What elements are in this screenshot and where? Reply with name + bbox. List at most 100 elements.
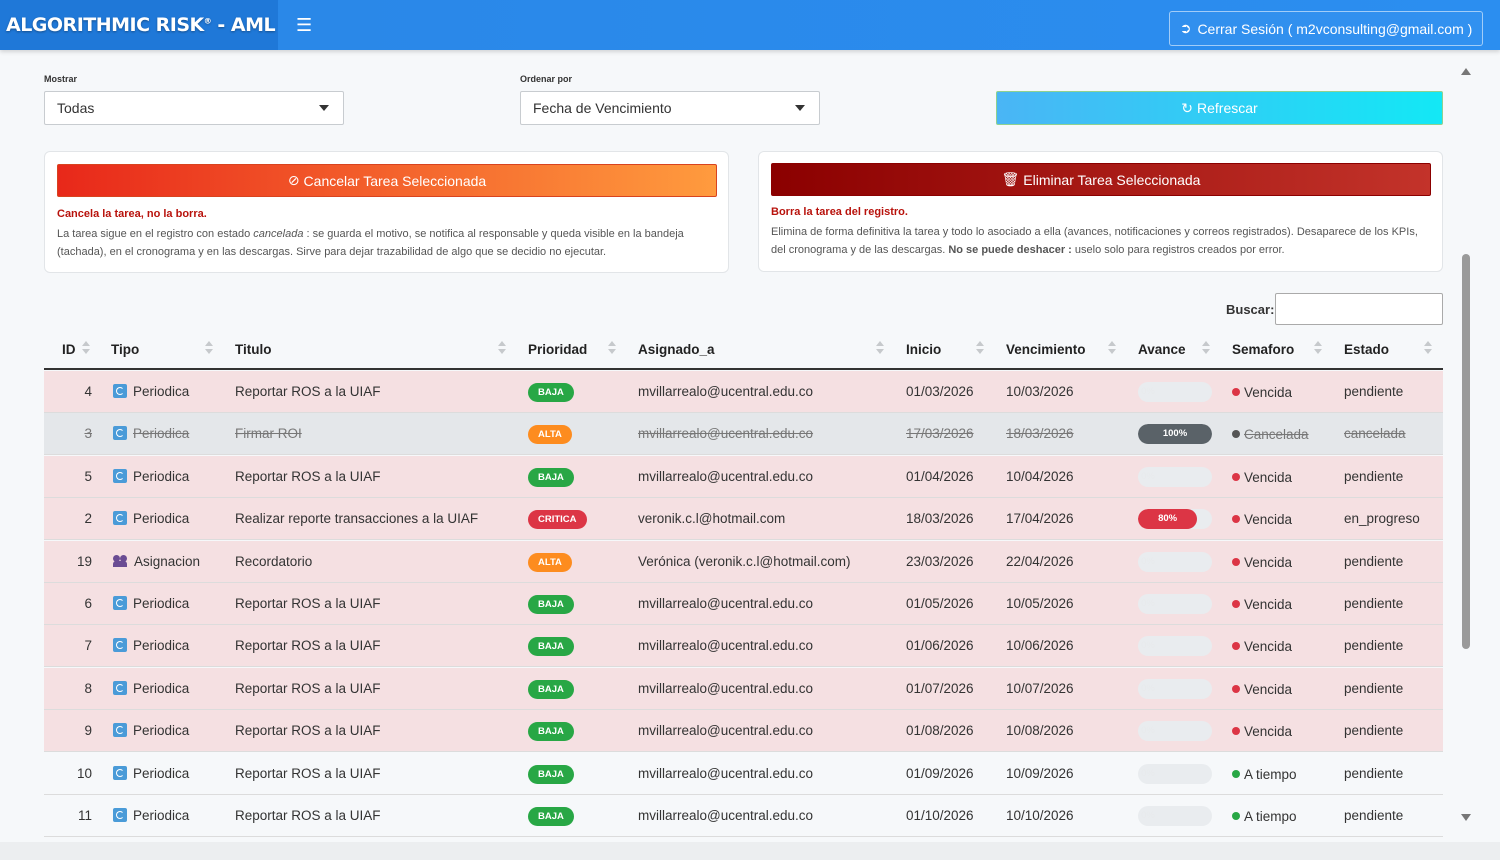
cell-inicio: 01/03/2026 bbox=[906, 384, 974, 399]
col-header-tipo[interactable]: Tipo bbox=[111, 342, 139, 357]
status-dot-icon bbox=[1232, 600, 1240, 608]
progress-bar: 0% bbox=[1138, 763, 1212, 784]
status-dot-icon bbox=[1232, 557, 1240, 566]
progress-bar: 0% bbox=[1138, 466, 1212, 487]
cell-estado: pendiente bbox=[1344, 808, 1404, 823]
recurring-icon bbox=[113, 596, 127, 610]
col-header-estado[interactable]: Estado bbox=[1344, 342, 1389, 357]
recurring-icon bbox=[113, 765, 127, 780]
status-dot-icon bbox=[1232, 642, 1240, 651]
table-row[interactable]: 5 Periodica Reportar ROS a la UIAF BAJA mvil… bbox=[44, 455, 1443, 498]
logout-button[interactable]: ➲ Cerrar Sesión ( m2vconsulting@gmail.co… bbox=[1169, 11, 1483, 46]
cell-id: 6 bbox=[84, 596, 92, 611]
search-input[interactable] bbox=[1275, 293, 1443, 325]
cell-vencimiento: 10/08/2026 bbox=[1006, 723, 1074, 739]
cell-tipo: Periodica bbox=[113, 511, 189, 526]
table-row[interactable]: 3 Periodica Firmar ROI ALTA mvillarrealo@uce… bbox=[44, 413, 1443, 456]
cancel-card-title: Cancela la tarea, no la borra. bbox=[57, 208, 207, 220]
sort-icon[interactable] bbox=[498, 340, 506, 356]
progress-label: 100% bbox=[1162, 428, 1188, 440]
sort-icon[interactable] bbox=[1424, 340, 1432, 356]
cell-semaforo: Vencida bbox=[1232, 470, 1292, 485]
recurring-icon bbox=[113, 468, 127, 483]
col-header-id[interactable]: ID bbox=[62, 342, 76, 357]
progress-label: 0% bbox=[1141, 470, 1155, 482]
sort-icon[interactable] bbox=[876, 340, 884, 356]
sort-icon[interactable] bbox=[1108, 340, 1116, 356]
col-header-prioridad[interactable]: Prioridad bbox=[528, 342, 587, 357]
show-filter-select[interactable]: Todas bbox=[44, 91, 344, 125]
col-header-titulo[interactable]: Titulo bbox=[235, 342, 272, 357]
cell-id: 5 bbox=[84, 468, 92, 484]
table-row[interactable]: 4 Periodica Reportar ROS a la UIAF BAJA mvil… bbox=[44, 371, 1443, 413]
brand-logo[interactable]: ALGORITHMIC RISK® - AML bbox=[0, 0, 278, 50]
cell-asignado: veronik.c.l@hotmail.com bbox=[638, 511, 786, 527]
scroll-down-icon[interactable] bbox=[1461, 814, 1471, 821]
top-navbar: ALGORITHMIC RISK® - AML ☰ ➲ Cerrar Sesió… bbox=[0, 0, 1500, 50]
status-dot-icon bbox=[1232, 727, 1240, 736]
progress-label: 0% bbox=[1141, 598, 1155, 609]
cell-id: 4 bbox=[84, 384, 92, 399]
cell-vencimiento: 10/06/2026 bbox=[1006, 638, 1074, 654]
priority-badge: BAJA bbox=[528, 807, 574, 826]
priority-badge: ALTA bbox=[528, 425, 572, 445]
sort-icon[interactable] bbox=[205, 340, 213, 356]
table-row[interactable]: 11 Periodica Reportar ROS a la UIAF BAJA mvi… bbox=[44, 795, 1443, 837]
cell-tipo: Periodica bbox=[113, 426, 189, 441]
chevron-down-icon bbox=[795, 105, 805, 111]
delete-task-button[interactable]: 🗑 Eliminar Tarea Seleccionada bbox=[771, 163, 1431, 196]
cell-titulo: Firmar ROI bbox=[235, 426, 302, 442]
refresh-button[interactable]: ↻ Refrescar bbox=[996, 91, 1443, 125]
progress-bar: 80% bbox=[1138, 509, 1212, 530]
cell-titulo: Reportar ROS a la UIAF bbox=[235, 765, 381, 781]
progress-bar: 0% bbox=[1138, 551, 1212, 572]
table-row[interactable]: 7 Periodica Reportar ROS a la UIAF BAJA mvil… bbox=[44, 625, 1443, 668]
priority-badge: CRITICA bbox=[528, 510, 587, 530]
sort-icon[interactable] bbox=[1314, 340, 1322, 356]
col-header-inicio[interactable]: Inicio bbox=[906, 342, 941, 357]
cell-estado: pendiente bbox=[1344, 596, 1404, 611]
scroll-up-icon[interactable] bbox=[1461, 68, 1471, 75]
recurring-icon bbox=[113, 511, 127, 526]
progress-label: 0% bbox=[1141, 555, 1155, 567]
cell-asignado: mvillarrealo@ucentral.edu.co bbox=[638, 765, 814, 781]
priority-badge: BAJA bbox=[528, 467, 574, 487]
table-row[interactable]: 2 Periodica Realizar reporte transacciones… bbox=[44, 498, 1443, 541]
col-header-semaforo[interactable]: Semaforo bbox=[1232, 342, 1294, 357]
users-icon bbox=[113, 554, 128, 567]
cell-tipo: Periodica bbox=[113, 723, 189, 738]
cell-titulo: Reportar ROS a la UIAF bbox=[235, 680, 381, 696]
sort-icon[interactable] bbox=[1202, 340, 1210, 356]
hamburger-icon[interactable]: ☰ bbox=[296, 14, 314, 36]
cell-tipo: Periodica bbox=[113, 468, 189, 484]
table-row[interactable]: 9 Periodica Reportar ROS a la UIAF BAJA mvil… bbox=[44, 710, 1443, 753]
recurring-icon bbox=[113, 426, 127, 441]
cancel-task-card: ⊘ Cancelar Tarea Seleccionada Cancela la… bbox=[44, 151, 729, 273]
cell-inicio: 23/03/2026 bbox=[906, 553, 974, 569]
cancel-task-button[interactable]: ⊘ Cancelar Tarea Seleccionada bbox=[57, 164, 717, 197]
status-dot-icon bbox=[1232, 388, 1240, 396]
order-filter-select[interactable]: Fecha de Vencimiento bbox=[520, 91, 820, 125]
cell-vencimiento: 17/04/2026 bbox=[1006, 511, 1074, 527]
cell-vencimiento: 10/05/2026 bbox=[1006, 596, 1074, 611]
cell-semaforo: A tiempo bbox=[1232, 809, 1297, 824]
cell-estado: pendiente bbox=[1344, 765, 1404, 781]
show-filter-label: Mostrar bbox=[44, 74, 78, 84]
cell-semaforo: Vencida bbox=[1232, 724, 1292, 739]
sort-icon[interactable] bbox=[608, 340, 616, 356]
table-row[interactable]: 6 Periodica Reportar ROS a la UIAF BAJA mvil… bbox=[44, 583, 1443, 625]
cell-vencimiento: 10/07/2026 bbox=[1006, 680, 1074, 696]
cell-inicio: 01/06/2026 bbox=[906, 638, 974, 654]
table-row[interactable]: 10 Periodica Reportar ROS a la UIAF BAJA mvi… bbox=[44, 752, 1443, 795]
table-row[interactable]: 19 Asignacion Recordatorio ALTA Verónica (ve… bbox=[44, 540, 1443, 583]
delete-card-title: Borra la tarea del registro. bbox=[771, 206, 908, 218]
sort-icon[interactable] bbox=[976, 340, 984, 356]
table-row[interactable]: 8 Periodica Reportar ROS a la UIAF BAJA mvil… bbox=[44, 667, 1443, 710]
col-header-asignado[interactable]: Asignado_a bbox=[638, 342, 715, 357]
col-header-avance[interactable]: Avance bbox=[1138, 342, 1186, 357]
page-scrollbar[interactable] bbox=[1458, 62, 1474, 827]
cell-semaforo: Vencida bbox=[1232, 512, 1292, 527]
sort-icon[interactable] bbox=[82, 340, 90, 356]
scrollbar-thumb[interactable] bbox=[1462, 254, 1470, 649]
col-header-vencimiento[interactable]: Vencimiento bbox=[1006, 342, 1086, 357]
